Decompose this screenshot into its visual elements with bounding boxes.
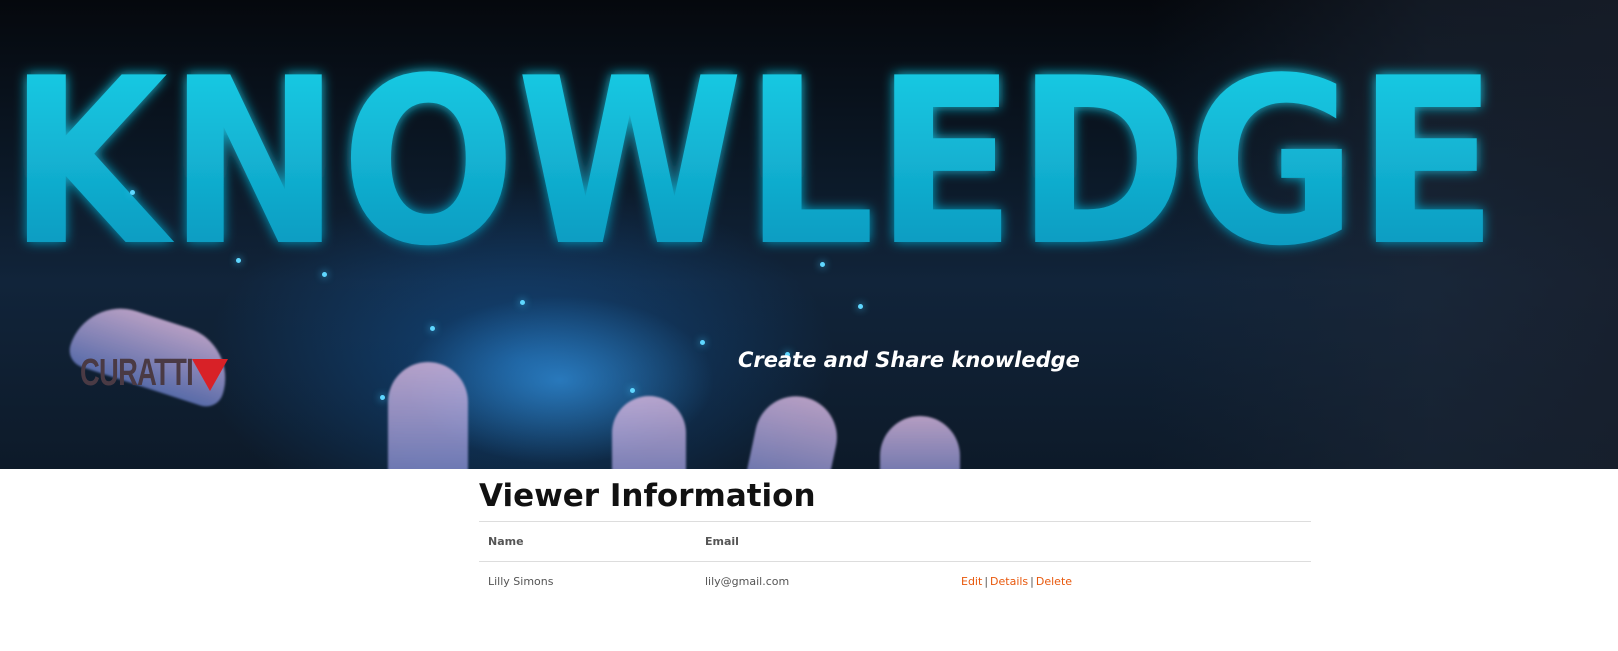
- sparkle: [236, 258, 241, 263]
- sparkle: [858, 304, 863, 309]
- details-link[interactable]: Details: [990, 575, 1028, 588]
- hero-banner: KNOWLEDGE CURATTI Create and Share knowl…: [0, 0, 1618, 469]
- hero-knowledge-graphic: KNOWLEDGE: [8, 30, 1498, 260]
- edit-link[interactable]: Edit: [961, 575, 982, 588]
- cell-actions: Edit | Details | Delete: [952, 561, 1311, 601]
- sparkle: [130, 190, 135, 195]
- sparkle: [700, 340, 705, 345]
- finger-shape: [880, 416, 960, 469]
- finger-shape: [388, 362, 468, 469]
- separator: |: [1030, 575, 1034, 588]
- delete-link[interactable]: Delete: [1036, 575, 1072, 588]
- sparkle: [520, 300, 525, 305]
- sparkle: [820, 262, 825, 267]
- sparkle: [380, 395, 385, 400]
- page-title: Viewer Information: [479, 478, 816, 514]
- column-header-actions: [952, 521, 1311, 562]
- column-header-name: Name: [479, 521, 696, 562]
- hero-word-text: KNOWLEDGE: [8, 30, 1498, 260]
- sparkle: [430, 326, 435, 331]
- finger-shape: [612, 396, 686, 469]
- sparkle: [630, 388, 635, 393]
- viewer-table: Name Email Lilly Simons lily@gmail.com E…: [479, 521, 1311, 601]
- cell-name: Lilly Simons: [479, 561, 696, 601]
- main-content: Viewer Information Name Email Lilly Simo…: [479, 469, 1311, 601]
- sparkle: [322, 272, 327, 277]
- table-header-row: Name Email: [479, 521, 1311, 562]
- hero-tagline: Create and Share knowledge: [738, 348, 1080, 372]
- separator: |: [984, 575, 989, 588]
- curatti-logo[interactable]: CURATTI: [80, 352, 228, 395]
- column-header-email: Email: [696, 521, 952, 562]
- finger-shape: [741, 388, 845, 469]
- logo-triangle-icon: [192, 358, 228, 391]
- cell-email: lily@gmail.com: [696, 561, 952, 601]
- logo-text: CURATTI: [80, 352, 194, 394]
- table-row: Lilly Simons lily@gmail.com Edit | Details…: [479, 561, 1311, 601]
